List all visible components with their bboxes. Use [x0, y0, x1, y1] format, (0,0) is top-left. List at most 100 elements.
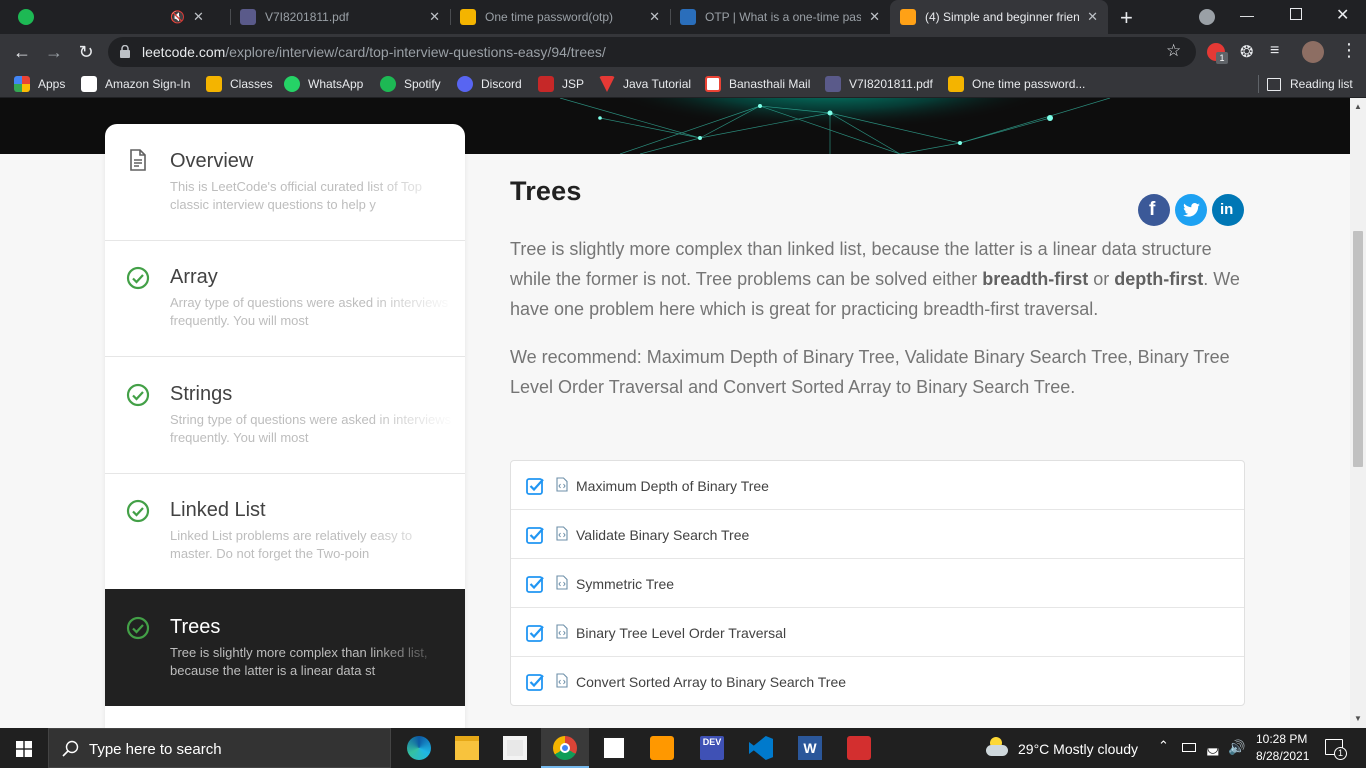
acrobat-icon [847, 736, 871, 760]
taskbar-dev-cpp[interactable]: DEV [688, 728, 736, 768]
minimize-button[interactable]: — [1240, 7, 1254, 23]
wifi-icon[interactable]: ◛ [1206, 739, 1220, 756]
tab-spotify[interactable] [8, 0, 48, 34]
problem-row[interactable]: Maximum Depth of Binary Tree [511, 461, 1244, 510]
weather-text[interactable]: 29°C Mostly cloudy [1018, 741, 1138, 757]
taskbar-store[interactable] [491, 728, 539, 768]
tray-overflow-chevron-icon[interactable]: ⌃ [1158, 738, 1169, 754]
chrome-menu-icon[interactable]: ⋮ [1340, 40, 1358, 61]
code-file-icon [556, 575, 568, 590]
bookmark-label: One time password... [972, 77, 1086, 91]
apps-grid-icon [14, 76, 30, 92]
facebook-icon: f [1149, 199, 1156, 220]
bookmark-amazon[interactable]: Amazon Sign-In [81, 75, 190, 93]
chapter-card-array[interactable]: Array Array type of questions were asked… [105, 240, 465, 357]
extensions-puzzle-icon[interactable]: ❂ [1240, 42, 1253, 62]
bookmark-jsp[interactable]: JSP [538, 75, 584, 93]
media-queue-icon[interactable]: ≡ [1270, 42, 1279, 60]
scrollbar-thumb[interactable] [1353, 231, 1363, 467]
bookmark-whatsapp[interactable]: WhatsApp [284, 75, 363, 93]
tab-leetcode-active[interactable]: (4) Simple and beginner frien ✕ [890, 0, 1108, 34]
taskbar-acrobat[interactable] [835, 728, 883, 768]
chapter-card-strings[interactable]: Strings String type of questions were as… [105, 357, 465, 474]
chapter-description: This is LeetCode's official curated list… [170, 179, 423, 212]
bookmark-apps[interactable]: Apps [14, 75, 65, 93]
taskbar-sublime[interactable] [638, 728, 686, 768]
problem-row[interactable]: Symmetric Tree [511, 559, 1244, 608]
close-icon[interactable]: ✕ [649, 9, 660, 25]
code-file-icon [556, 526, 568, 541]
adblock-extension-icon[interactable]: 1 [1207, 43, 1228, 64]
taskbar-chrome[interactable] [541, 728, 589, 768]
reading-list-icon [1267, 77, 1281, 91]
maximize-button[interactable] [1290, 8, 1302, 20]
reload-button[interactable]: ↻ [75, 41, 97, 63]
checked-checkbox-icon [526, 576, 544, 593]
bookmark-java-tutorial[interactable]: Java Tutorial [599, 75, 691, 93]
notification-center-icon[interactable]: 1 [1325, 739, 1347, 760]
amazon-icon [81, 76, 97, 92]
page-scrollbar[interactable]: ▲ ▼ [1350, 98, 1366, 728]
taskbar-vscode[interactable] [737, 728, 785, 768]
bookmark-banasthali-mail[interactable]: Banasthali Mail [705, 75, 810, 93]
close-icon[interactable]: ✕ [1087, 9, 1098, 25]
taskbar-word[interactable]: W [786, 728, 834, 768]
url-host: leetcode.com [142, 44, 226, 60]
volume-icon[interactable]: 🔊 [1228, 739, 1245, 756]
window-close-button[interactable]: ✕ [1336, 5, 1349, 25]
page-title: Trees [510, 176, 582, 206]
taskbar-file-explorer[interactable] [443, 728, 491, 768]
clock-time[interactable]: 10:28 PM [1256, 732, 1307, 746]
bookmark-otp[interactable]: One time password... [948, 75, 1085, 93]
tab-search-icon[interactable] [1199, 9, 1215, 25]
intro-bold-depth-first: depth-first [1114, 269, 1204, 289]
linkedin-share-button[interactable]: in [1212, 194, 1244, 226]
chapter-card-linked-list[interactable]: Linked List Linked List problems are rel… [105, 473, 465, 590]
clock-date[interactable]: 8/28/2021 [1256, 749, 1309, 763]
tab-otp-article[interactable]: OTP | What is a one-time pas ✕ [670, 0, 890, 34]
taskbar-ide[interactable] [590, 728, 638, 768]
pdf-icon [240, 9, 256, 25]
tab-pdf[interactable]: V7I8201811.pdf ✕ [230, 0, 450, 34]
check-circle-icon [126, 266, 150, 290]
bookmark-classes[interactable]: Classes [206, 75, 273, 93]
bookmark-star-icon[interactable]: ☆ [1166, 41, 1181, 61]
chapter-card-trees[interactable]: Trees Tree is slightly more complex than… [105, 589, 465, 706]
tab-title: OTP | What is a one-time pas [705, 10, 862, 24]
taskbar-search-box[interactable]: Type here to search [48, 728, 391, 768]
new-tab-button[interactable]: + [1120, 5, 1133, 31]
problem-row[interactable]: Binary Tree Level Order Traversal [511, 608, 1244, 657]
windows-taskbar: Type here to search DEV W 29°C Mostly cl… [0, 728, 1366, 768]
taskbar-edge[interactable] [395, 728, 443, 768]
reading-list-button[interactable]: Reading list [1267, 75, 1353, 93]
tab-otp[interactable]: One time password(otp) ✕ [450, 0, 670, 34]
close-icon[interactable]: ✕ [193, 9, 204, 25]
bookmark-label: Java Tutorial [623, 77, 692, 91]
twitter-share-button[interactable] [1175, 194, 1207, 226]
problem-row[interactable]: Validate Binary Search Tree [511, 510, 1244, 559]
bookmark-discord[interactable]: Discord [457, 75, 522, 93]
chapter-card-overview[interactable]: Overview This is LeetCode's official cur… [105, 124, 465, 241]
profile-avatar[interactable] [1302, 41, 1324, 63]
close-icon[interactable]: ✕ [429, 9, 440, 25]
scroll-up-arrow-icon[interactable]: ▲ [1354, 102, 1362, 111]
file-explorer-icon [455, 736, 479, 760]
problem-title: Convert Sorted Array to Binary Search Tr… [576, 674, 847, 690]
tab-muted[interactable]: 🔇 ✕ [160, 0, 228, 34]
gmail-icon [705, 76, 721, 92]
battery-icon[interactable] [1182, 743, 1196, 752]
bookmark-spotify[interactable]: Spotify [380, 75, 441, 93]
chapter-description: Array type of questions were asked in in… [170, 295, 449, 328]
start-button[interactable] [0, 728, 48, 768]
address-bar[interactable]: leetcode.com/explore/interview/card/top-… [108, 37, 1196, 67]
bookmark-pdf[interactable]: V7I8201811.pdf [825, 75, 933, 93]
spotify-icon [18, 9, 34, 25]
browser-toolbar: ← → ↻ leetcode.com/explore/interview/car… [0, 34, 1366, 70]
scroll-down-arrow-icon[interactable]: ▼ [1354, 714, 1362, 723]
problem-row[interactable]: Convert Sorted Array to Binary Search Tr… [511, 657, 1244, 705]
close-icon[interactable]: ✕ [869, 9, 880, 25]
back-button[interactable]: ← [11, 41, 33, 63]
facebook-share-button[interactable]: f [1138, 194, 1170, 226]
extension-badge: 1 [1216, 52, 1228, 64]
forward-button[interactable]: → [43, 41, 65, 63]
